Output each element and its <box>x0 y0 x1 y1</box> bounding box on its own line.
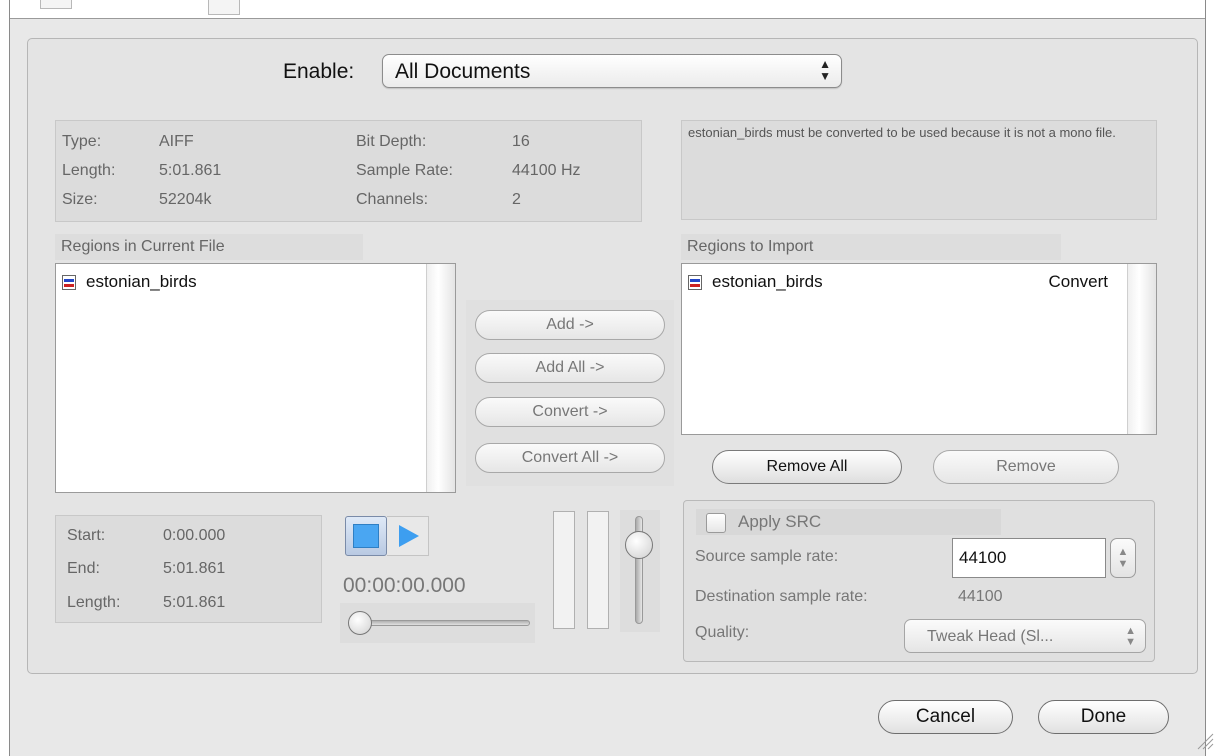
import-audio-dialog: Enable: All Documents ▲ ▼ Type: AIFF Leng… <box>0 0 1219 756</box>
resize-grip-icon[interactable] <box>1192 728 1214 750</box>
enable-popup-value: All Documents <box>395 60 531 83</box>
convert-all-button[interactable]: Convert All -> <box>475 443 665 473</box>
apply-src-label: Apply SRC <box>738 512 822 531</box>
stop-button[interactable] <box>345 516 387 556</box>
bit-depth-label: Bit Depth: <box>356 133 427 150</box>
regions-import-caption: Regions to Import <box>681 234 1061 260</box>
region-length-value: 5:01.861 <box>163 594 226 611</box>
position-slider-knob[interactable] <box>348 611 372 635</box>
region-action: Convert <box>1048 272 1108 291</box>
play-icon <box>399 525 419 547</box>
done-button[interactable]: Done <box>1038 700 1169 734</box>
channels-value: 2 <box>512 191 521 208</box>
length-value: 5:01.861 <box>159 162 222 179</box>
remove-all-button[interactable]: Remove All <box>712 450 902 484</box>
sample-rate-label: Sample Rate: <box>356 162 453 179</box>
apply-src-checkbox[interactable] <box>706 513 726 533</box>
quality-popup[interactable]: Tweak Head (Sl... ▲ ▼ <box>904 619 1146 653</box>
list-item[interactable]: estonian_birds <box>62 272 197 292</box>
audio-file-icon <box>688 274 702 290</box>
regions-current-scrollbar[interactable] <box>426 264 455 492</box>
source-rate-label: Source sample rate: <box>695 548 839 565</box>
updown-arrows-icon: ▲ ▼ <box>1125 625 1136 648</box>
bit-depth-value: 16 <box>512 133 530 150</box>
window-right-edge <box>1205 0 1219 756</box>
cancel-button[interactable]: Cancel <box>878 700 1013 734</box>
apply-src-row[interactable]: Apply SRC <box>696 509 1001 535</box>
stop-icon <box>353 524 379 548</box>
remove-button[interactable]: Remove <box>933 450 1119 484</box>
regions-import-list[interactable]: estonian_birds Convert <box>681 263 1157 435</box>
conversion-message-panel: estonian_birds must be converted to be u… <box>681 120 1157 220</box>
title-control-stub <box>40 0 72 9</box>
region-length-label: Length: <box>67 594 121 611</box>
type-value: AIFF <box>159 133 194 150</box>
source-rate-stepper[interactable]: ▲ ▼ <box>1110 538 1136 578</box>
position-slider[interactable] <box>340 603 535 643</box>
start-label: Start: <box>67 527 106 544</box>
file-info-panel: Type: AIFF Length: 5:01.861 Size: 52204k… <box>55 120 642 222</box>
level-meter-left <box>553 511 575 629</box>
source-rate-input[interactable] <box>952 538 1106 578</box>
level-meter-right <box>587 511 609 629</box>
transfer-actions-area: Add -> Add All -> Convert -> Convert All… <box>466 300 674 486</box>
src-panel: Apply SRC Source sample rate: ▲▼ Destina… <box>683 500 1155 662</box>
end-value: 5:01.861 <box>163 560 226 577</box>
length-label: Length: <box>62 162 116 179</box>
regions-import-scrollbar[interactable] <box>1127 264 1156 434</box>
size-value: 52204k <box>159 191 212 208</box>
add-button[interactable]: Add -> <box>475 310 665 340</box>
enable-popup[interactable]: All Documents ▲ ▼ <box>382 54 842 88</box>
title-control-stub <box>208 0 240 15</box>
quality-popup-value: Tweak Head (Sl... <box>927 628 1054 645</box>
volume-slider[interactable] <box>620 510 660 632</box>
window-left-edge <box>0 0 10 756</box>
region-time-panel: Start: 0:00.000 End: 5:01.861 Length: 5:… <box>55 515 322 623</box>
type-label: Type: <box>62 133 102 150</box>
audio-file-icon <box>62 274 76 290</box>
convert-button[interactable]: Convert -> <box>475 397 665 427</box>
end-label: End: <box>67 560 100 577</box>
dest-rate-label: Destination sample rate: <box>695 588 868 605</box>
updown-arrows-icon: ▲ ▼ <box>819 57 831 83</box>
add-all-button[interactable]: Add All -> <box>475 353 665 383</box>
channels-label: Channels: <box>356 191 429 208</box>
regions-current-caption: Regions in Current File <box>55 234 363 260</box>
region-name: estonian_birds <box>712 272 823 291</box>
region-name: estonian_birds <box>86 272 197 291</box>
play-button[interactable] <box>387 516 429 556</box>
position-slider-track <box>350 620 530 626</box>
quality-label: Quality: <box>695 624 750 641</box>
size-label: Size: <box>62 191 98 208</box>
title-strip <box>10 0 1205 19</box>
dest-rate-value: 44100 <box>958 588 1003 605</box>
regions-current-list[interactable]: estonian_birds <box>55 263 456 493</box>
conversion-message: estonian_birds must be converted to be u… <box>688 125 1116 140</box>
enable-label: Enable: <box>283 60 355 83</box>
start-value: 0:00.000 <box>163 527 226 544</box>
sample-rate-value: 44100 Hz <box>512 162 581 179</box>
list-item[interactable]: estonian_birds Convert <box>688 272 1108 292</box>
playback-timecode: 00:00:00.000 <box>343 574 466 597</box>
volume-slider-knob[interactable] <box>625 531 653 560</box>
